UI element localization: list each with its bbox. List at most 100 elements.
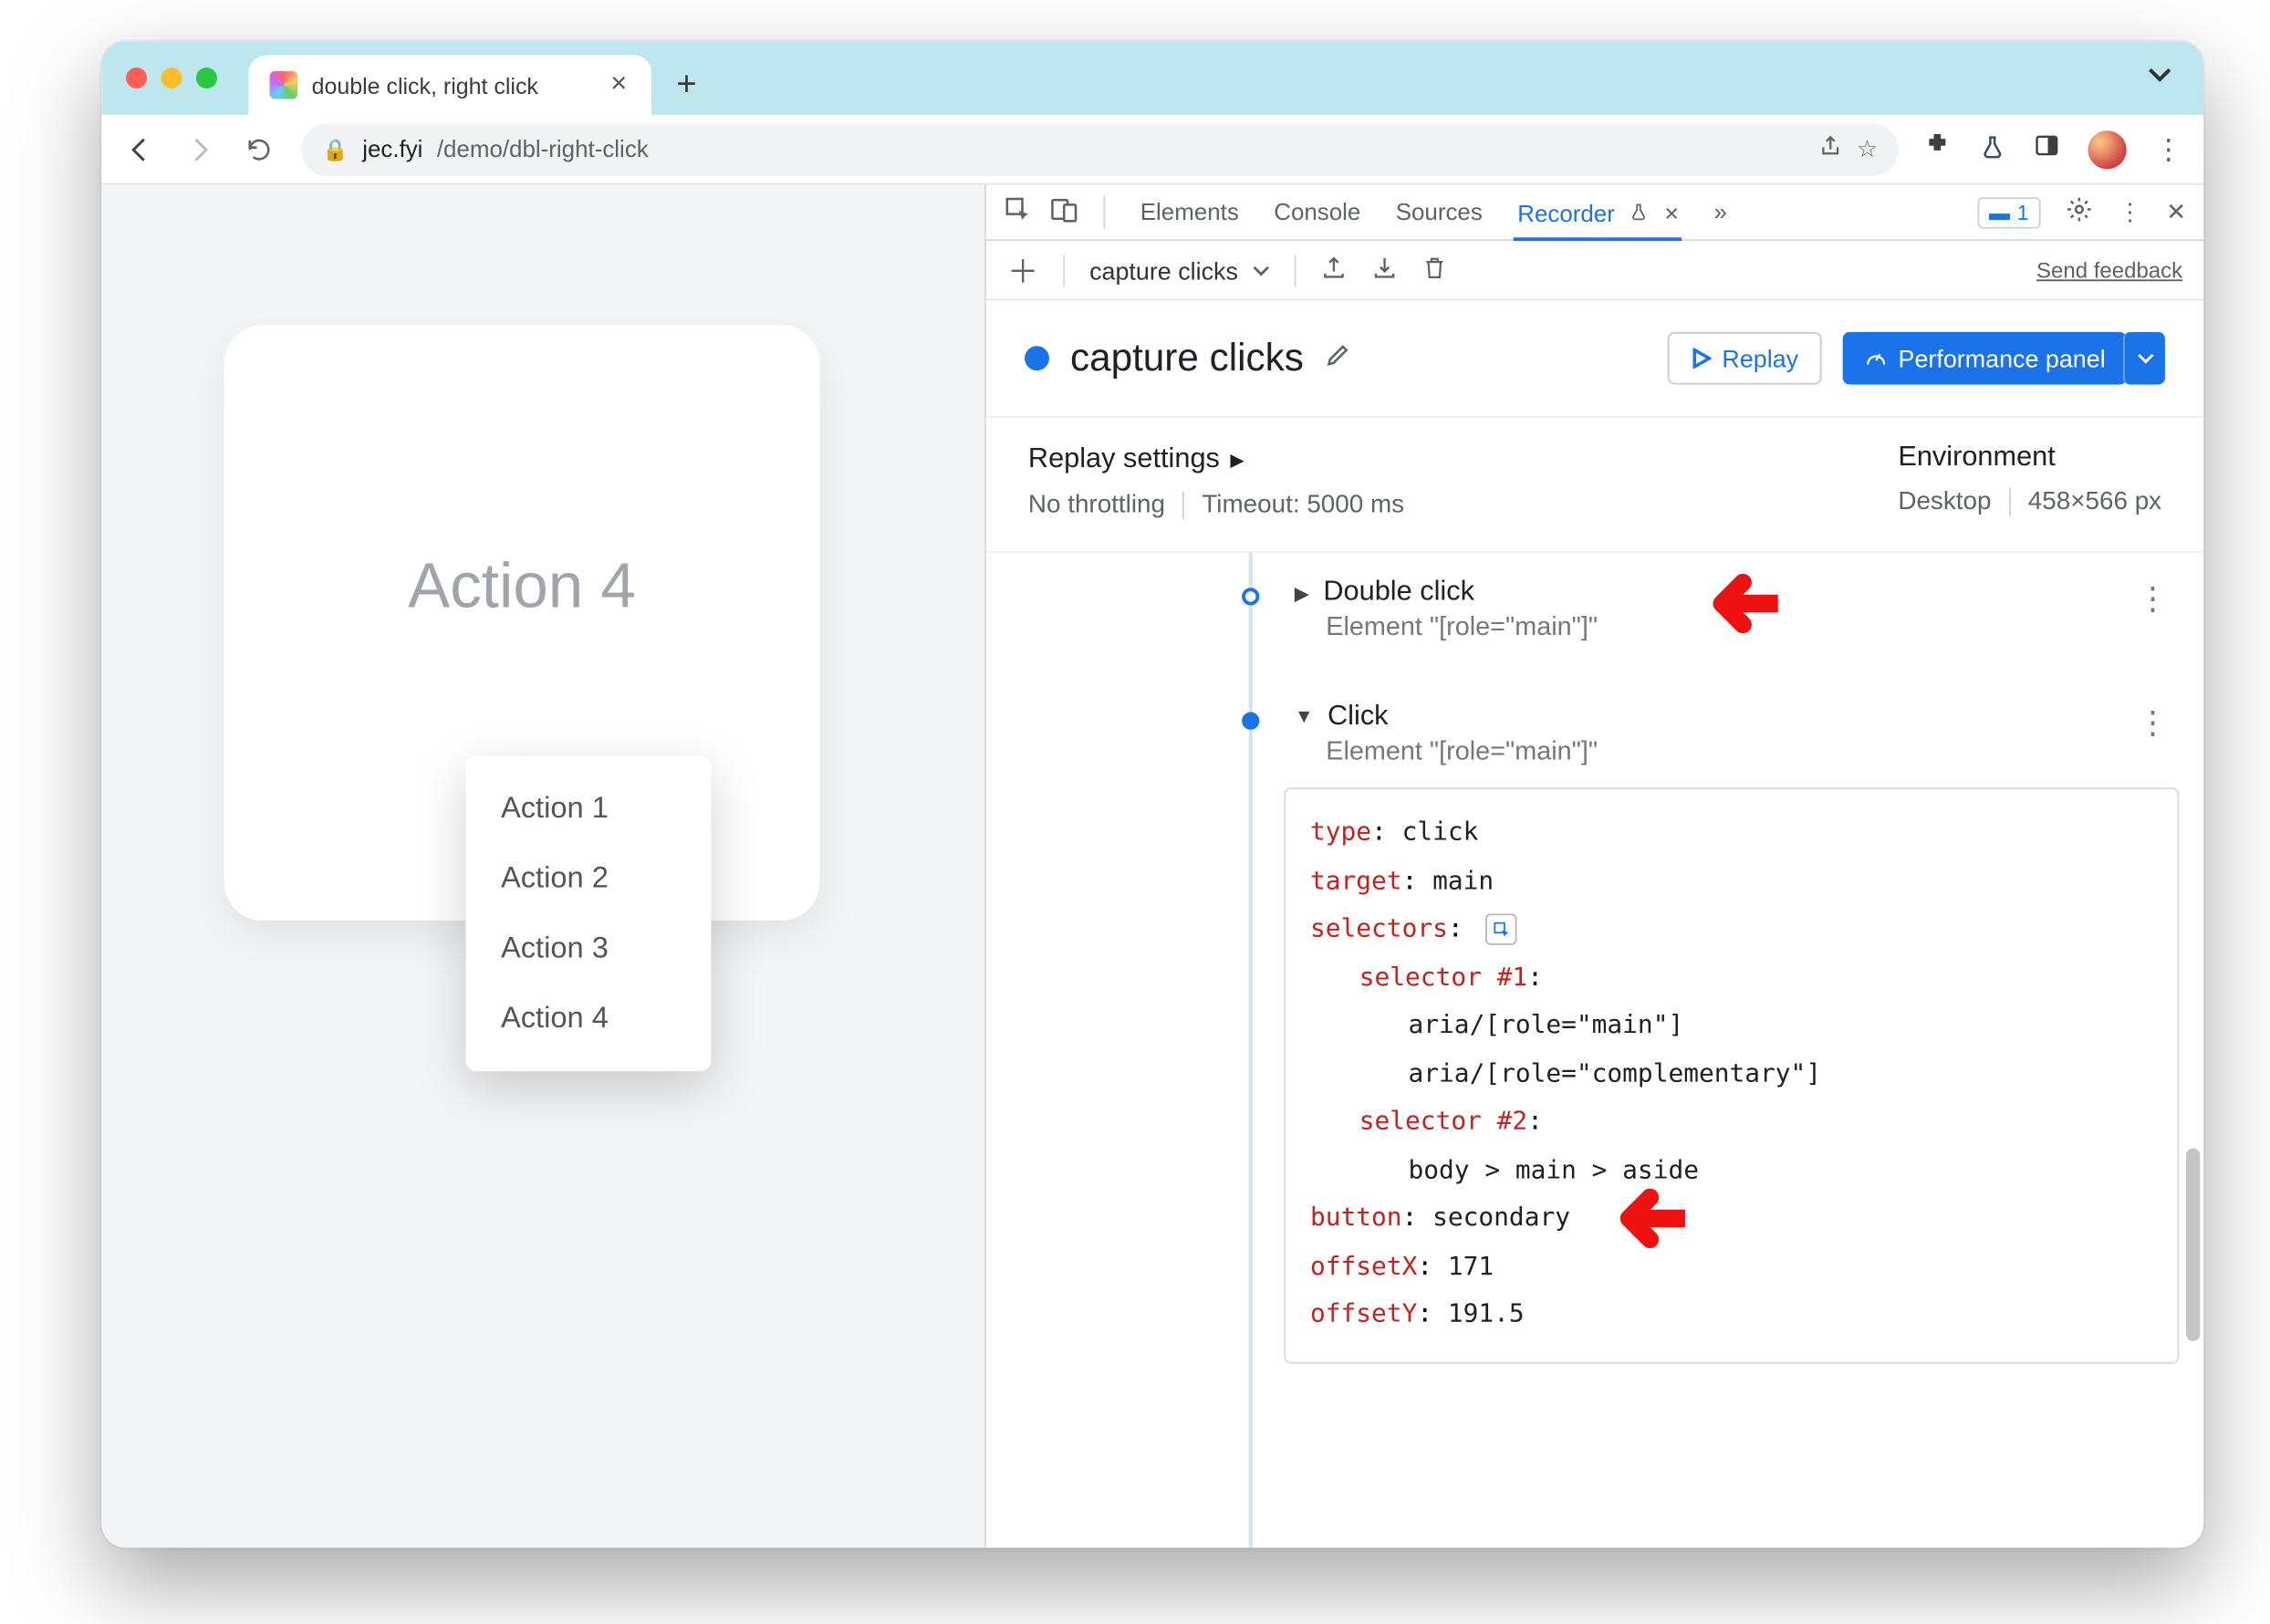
detail-value[interactable]: secondary — [1432, 1205, 1570, 1234]
settings-gear-icon[interactable] — [2066, 195, 2094, 228]
step-menu-icon[interactable]: ⋮ — [2137, 705, 2169, 742]
collapse-icon[interactable]: ▼ — [1295, 707, 1314, 728]
close-panel-icon[interactable]: × — [1664, 198, 1679, 226]
devtools-menu-icon[interactable]: ⋮ — [2118, 198, 2141, 226]
recording-header: capture clicks Replay Performance panel — [986, 300, 2203, 418]
detail-value[interactable]: click — [1402, 819, 1479, 848]
minimize-window[interactable] — [161, 68, 182, 88]
url-host: jec.fyi — [362, 136, 422, 162]
replay-settings-label: Replay settings — [1028, 444, 1220, 476]
step-title: Click — [1328, 702, 1389, 734]
send-feedback-link[interactable]: Send feedback — [2036, 257, 2182, 282]
edit-title-icon[interactable] — [1325, 340, 1353, 377]
annotation-arrow — [1605, 1190, 1685, 1268]
tab-strip: double click, right click × + — [101, 41, 2203, 115]
tab-console[interactable]: Console — [1274, 199, 1360, 225]
chrome-menu-icon[interactable]: ⋮ — [2154, 131, 2182, 166]
detail-key: button — [1310, 1205, 1402, 1234]
forward-button[interactable] — [182, 131, 217, 166]
step-double-click[interactable]: ▶ Double click Element "[role="main"]" ⋮ — [1295, 578, 2180, 642]
share-icon[interactable] — [1818, 134, 1843, 164]
issues-badge[interactable]: ▬ 1 — [1977, 196, 2041, 228]
detail-value[interactable]: 171 — [1448, 1254, 1494, 1282]
back-button[interactable] — [122, 131, 157, 166]
environment-heading: Environment — [1898, 442, 2161, 474]
tabs-chevron-icon[interactable] — [2148, 62, 2172, 95]
reload-button[interactable] — [242, 131, 276, 166]
performance-panel-button[interactable]: Performance panel — [1842, 332, 2127, 385]
tab-elements[interactable]: Elements — [1140, 199, 1239, 225]
detail-key: type — [1310, 819, 1371, 848]
scrollbar-thumb[interactable] — [2186, 1149, 2200, 1341]
detail-value[interactable]: aria/[role="main"] — [1310, 1004, 2153, 1052]
gauge-icon — [1863, 346, 1888, 370]
side-panel-icon[interactable] — [2034, 131, 2060, 166]
detail-value[interactable]: aria/[role="complementary"] — [1310, 1052, 2153, 1100]
lock-icon: 🔒 — [322, 137, 349, 161]
page-viewport[interactable]: Action 4 Action 1 Action 2 Action 3 Acti… — [101, 185, 984, 1548]
tab-recorder[interactable]: Recorder × — [1517, 198, 1679, 226]
recording-title: capture clicks — [1070, 336, 1304, 381]
inspect-element-icon[interactable] — [1004, 195, 1032, 228]
favicon — [270, 71, 298, 99]
step-menu-icon[interactable]: ⋮ — [2137, 581, 2169, 618]
timeline-node — [1242, 713, 1259, 730]
bookmark-star-icon[interactable]: ☆ — [1857, 135, 1878, 163]
menu-item[interactable]: Action 1 — [466, 774, 712, 844]
window-controls — [126, 41, 248, 115]
replay-button[interactable]: Replay — [1668, 332, 1821, 385]
close-devtools-icon[interactable]: ✕ — [2166, 198, 2186, 226]
menu-item[interactable]: Action 3 — [466, 913, 712, 984]
recording-status-dot — [1025, 346, 1049, 370]
steps-area: ▶ Double click Element "[role="main"]" ⋮ — [986, 553, 2203, 1548]
detail-value[interactable]: main — [1432, 868, 1494, 896]
detail-key: selectors — [1310, 915, 1448, 943]
issues-count: 1 — [2017, 200, 2029, 224]
detail-key: offsetX — [1310, 1254, 1417, 1282]
browser-tab[interactable]: double click, right click × — [248, 56, 651, 115]
expand-icon[interactable]: ▶ — [1295, 582, 1309, 605]
labs-flask-icon[interactable] — [1979, 133, 2005, 165]
chevron-right-icon: ▸ — [1230, 442, 1244, 477]
selector-picker-icon[interactable] — [1485, 914, 1517, 946]
close-tab-icon[interactable]: × — [604, 69, 634, 101]
detail-key: target — [1310, 868, 1402, 896]
tab-title: double click, right click — [312, 72, 590, 99]
recording-selector[interactable]: capture clicks — [1089, 255, 1269, 284]
play-icon — [1691, 348, 1712, 369]
menu-item[interactable]: Action 2 — [466, 844, 712, 914]
steps-scroll[interactable]: ▶ Double click Element "[role="main"]" ⋮ — [986, 553, 2203, 1548]
throttling-value: No throttling — [1028, 492, 1165, 520]
profile-avatar[interactable] — [2088, 130, 2126, 168]
detail-value[interactable]: body > main > aside — [1310, 1148, 2153, 1196]
step-details: type: click target: main selectors: sele… — [1284, 787, 2179, 1364]
device-value: Desktop — [1898, 488, 1991, 516]
new-tab-button[interactable]: + — [662, 60, 712, 109]
performance-dropdown[interactable] — [2123, 332, 2165, 385]
recorder-settings: Replay settings ▸ No throttling Timeout:… — [986, 418, 2203, 553]
extensions-icon[interactable] — [1923, 130, 1952, 167]
chevron-down-icon — [2136, 349, 2153, 367]
viewport-value: 458×566 px — [2028, 488, 2161, 516]
detail-key: selector #1 — [1359, 963, 1527, 992]
tab-sources[interactable]: Sources — [1396, 199, 1483, 225]
address-bar[interactable]: 🔒 jec.fyi/demo/dbl-right-click ☆ — [301, 122, 1899, 175]
export-icon[interactable] — [1320, 254, 1347, 286]
more-tabs-icon[interactable]: » — [1713, 199, 1726, 225]
detail-value[interactable]: 191.5 — [1448, 1302, 1525, 1330]
card-title: Action 4 — [408, 549, 636, 623]
replay-label: Replay — [1722, 344, 1798, 372]
annotation-arrow — [1697, 574, 1777, 642]
device-toggle-icon[interactable] — [1049, 195, 1079, 228]
delete-icon[interactable] — [1422, 254, 1447, 286]
close-window[interactable] — [126, 68, 147, 88]
recording-selector-label: capture clicks — [1089, 255, 1238, 284]
import-icon[interactable] — [1371, 254, 1398, 286]
step-click[interactable]: ▼ Click Element "[role="main"]" ⋮ type: … — [1295, 702, 2180, 1364]
timeline-node — [1242, 588, 1259, 605]
replay-settings-heading[interactable]: Replay settings ▸ — [1028, 442, 1404, 477]
detail-key: selector #2 — [1359, 1109, 1527, 1137]
new-recording-icon[interactable]: ＋ — [1007, 247, 1039, 293]
menu-item[interactable]: Action 4 — [466, 984, 712, 1054]
maximize-window[interactable] — [196, 68, 217, 88]
